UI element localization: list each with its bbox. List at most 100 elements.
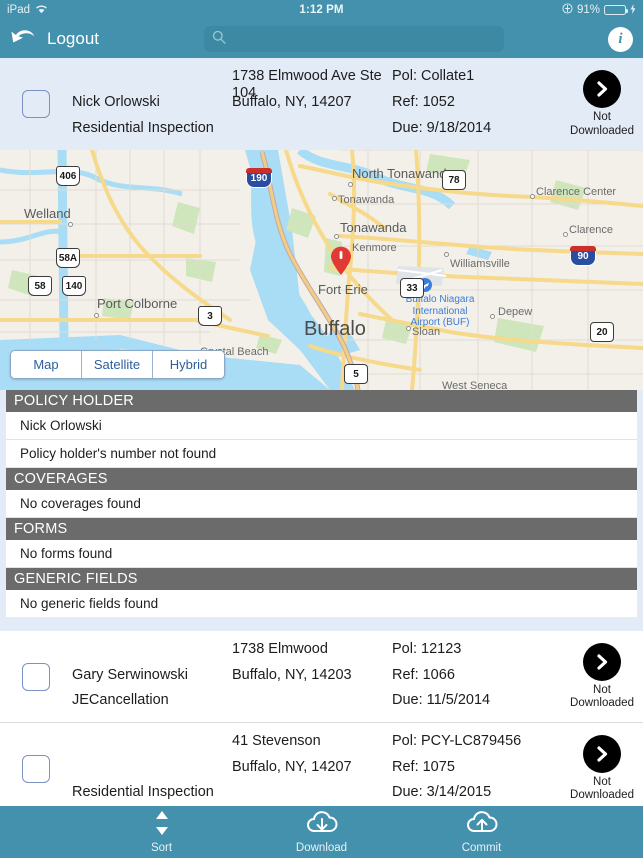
job-checkbox-cell xyxy=(0,729,72,808)
job-address-line2: Buffalo, NY, 14207 xyxy=(232,94,352,110)
job-address-line2: Buffalo, NY, 14203 xyxy=(232,666,352,683)
sort-button[interactable]: Sort xyxy=(117,810,207,854)
map-type-map[interactable]: Map xyxy=(11,351,82,378)
status-bar-right: 91% xyxy=(562,3,636,17)
job-row[interactable]: Nick Orlowski Residential Inspection 173… xyxy=(0,58,643,150)
map-type-hybrid[interactable]: Hybrid xyxy=(153,351,224,378)
route-shield-33: 33 xyxy=(400,278,424,298)
route-shield-58: 58 xyxy=(28,276,52,296)
job-address-line1: 1738 Elmwood xyxy=(232,641,328,657)
job-detail-panel: POLICY HOLDER Nick Orlowski Policy holde… xyxy=(0,390,643,623)
section-header-coverages: COVERAGES xyxy=(6,468,637,490)
job-checkbox[interactable] xyxy=(22,754,50,783)
status-line-1: Not xyxy=(593,775,611,788)
detail-panel-spacer xyxy=(0,623,643,631)
chevron-right-icon[interactable] xyxy=(583,734,621,773)
job-address-column: 41 Stevenson Buffalo, NY, 14207 xyxy=(232,729,392,808)
map-label-welland: Welland xyxy=(24,206,71,221)
commit-button[interactable]: Commit xyxy=(437,810,527,854)
battery-percent: 91% xyxy=(576,4,600,16)
search-bar-container xyxy=(109,26,598,52)
map-type-segmented-control[interactable]: Map Satellite Hybrid xyxy=(10,350,225,379)
job-checkbox[interactable] xyxy=(22,90,50,118)
map-dot xyxy=(332,196,337,201)
map-label-williamsville: Williamsville xyxy=(450,258,510,270)
job-policy-number: Pol: PCY-LC879456 xyxy=(392,733,522,749)
job-checkbox-cell xyxy=(0,637,72,716)
policy-holder-name: Nick Orlowski xyxy=(6,412,637,440)
route-shield-140: 140 xyxy=(62,276,86,296)
logout-button[interactable]: Logout xyxy=(10,26,99,53)
job-insured-name xyxy=(72,759,232,779)
info-icon: i xyxy=(618,30,623,47)
job-name-column: Nick Orlowski Residential Inspection xyxy=(72,64,232,144)
job-insured-name: Nick Orlowski xyxy=(72,94,160,110)
status-line-1: Not xyxy=(593,111,611,124)
job-checkbox[interactable] xyxy=(22,662,50,691)
map-label-port-colborne: Port Colborne xyxy=(97,296,178,311)
search-icon xyxy=(212,30,226,49)
route-shield-90: 90 xyxy=(570,246,596,266)
navigation-bar: Logout i xyxy=(0,20,643,58)
map-dot xyxy=(348,182,353,187)
job-status-cell[interactable]: Not Downloaded xyxy=(561,64,643,144)
clock: 1:12 PM xyxy=(299,4,344,16)
job-policy-column: Pol: Collate1 Ref: 1052 Due: 9/18/2014 xyxy=(392,64,561,144)
job-status-cell[interactable]: Not Downloaded xyxy=(561,637,643,716)
status-line-2: Downloaded xyxy=(570,697,634,709)
status-bar: iPad 1:12 PM 91% xyxy=(0,0,643,20)
job-due-date: Due: 11/5/2014 xyxy=(392,692,491,708)
chevron-right-icon[interactable] xyxy=(583,70,621,109)
route-shield-20: 20 xyxy=(590,322,614,342)
job-address-column: 1738 Elmwood Ave Ste 104 Buffalo, NY, 14… xyxy=(232,64,392,144)
route-shield-190: 190 xyxy=(246,168,272,188)
job-row[interactable]: Gary Serwinowski JECancellation 1738 Elm… xyxy=(0,631,643,723)
job-address-line1: 1738 Elmwood Ave Ste 104 xyxy=(232,68,382,101)
map-label-buffalo: Buffalo xyxy=(304,318,366,340)
job-download-status: Not Downloaded xyxy=(570,684,634,710)
logout-label: Logout xyxy=(47,29,99,48)
job-type: Residential Inspection xyxy=(72,120,214,136)
job-due-date: Due: 9/18/2014 xyxy=(392,120,492,136)
job-name-column: Gary Serwinowski JECancellation xyxy=(72,637,232,716)
search-input[interactable] xyxy=(203,26,504,52)
status-line-2: Downloaded xyxy=(570,789,634,801)
job-ref-number: Ref: 1066 xyxy=(392,666,455,683)
job-type: Residential Inspection xyxy=(72,784,214,800)
battery-icon xyxy=(604,5,628,15)
policy-holder-number: Policy holder's number not found xyxy=(6,440,637,468)
route-shield-58a: 58A xyxy=(56,248,80,268)
job-ref-number: Ref: 1075 xyxy=(392,758,455,775)
job-row[interactable]: Residential Inspection 41 Stevenson Buff… xyxy=(0,723,643,815)
location-services-icon xyxy=(562,3,573,17)
map-label-tonawanda-small: Tonawanda xyxy=(338,194,395,206)
job-status-cell[interactable]: Not Downloaded xyxy=(561,729,643,808)
map-pin-icon[interactable] xyxy=(330,246,352,276)
chevron-right-icon[interactable] xyxy=(583,642,621,681)
map-dot xyxy=(444,252,449,257)
download-button[interactable]: Download xyxy=(277,810,367,854)
status-line-2: Downloaded xyxy=(570,124,634,137)
job-download-status: Not Downloaded xyxy=(570,111,634,137)
route-shield-78: 78 xyxy=(442,170,466,190)
charging-bolt-icon xyxy=(630,3,636,17)
map-type-satellite[interactable]: Satellite xyxy=(82,351,153,378)
forms-empty: No forms found xyxy=(6,540,637,568)
map-dot xyxy=(563,232,568,237)
cloud-download-icon xyxy=(305,810,339,841)
undo-arrow-icon xyxy=(10,26,37,53)
info-button[interactable]: i xyxy=(608,26,633,52)
map-label-north-tonawanda: North Tonawanda xyxy=(352,166,454,181)
map-label-fort-erie: Fort Erie xyxy=(318,282,368,297)
download-label: Download xyxy=(295,842,348,854)
section-header-forms: FORMS xyxy=(6,518,637,540)
job-policy-number: Pol: Collate1 xyxy=(392,68,475,84)
generic-fields-empty: No generic fields found xyxy=(6,590,637,617)
map-label-clarence-center: Clarence Center xyxy=(536,186,617,198)
map-label-depew: Depew xyxy=(498,306,533,318)
map-label-tonawanda: Tonawanda xyxy=(340,220,407,235)
job-type: JECancellation xyxy=(72,692,169,708)
map-panel[interactable]: Welland Port Colborne Crystal Beach Fort… xyxy=(0,150,643,390)
job-list[interactable]: Nick Orlowski Residential Inspection 173… xyxy=(0,58,643,858)
job-download-status: Not Downloaded xyxy=(570,776,634,802)
